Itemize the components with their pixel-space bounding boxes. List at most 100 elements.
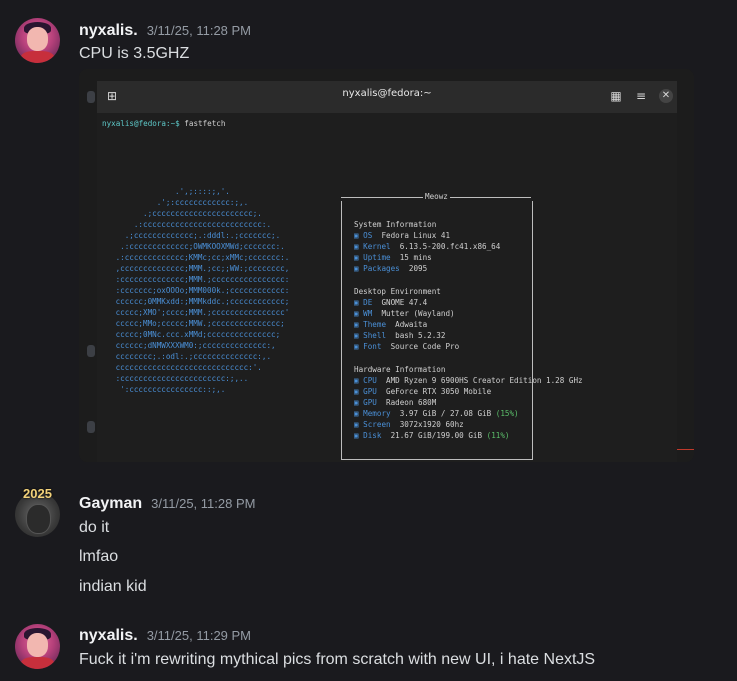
info-key: Font: [363, 342, 382, 351]
side-dot: [87, 345, 95, 357]
ascii-line: :cccccccccccccc;MMM.;cccccccccccccccc:: [111, 275, 290, 284]
info-row: ▣ Memory 3.97 GiB / 27.08 GiB (15%): [354, 408, 519, 419]
info-key-icon: ▣: [354, 420, 364, 429]
avatar-face: [27, 633, 48, 657]
info-value: 15 mins: [390, 253, 432, 262]
close-icon[interactable]: ✕: [659, 89, 673, 103]
info-value: 3.97 GiB / 27.08 GiB: [390, 409, 492, 418]
info-row: ▣ CPU AMD Ryzen 9 6900HS Creator Edition…: [354, 375, 583, 386]
timestamp: 3/11/25, 11:28 PM: [146, 23, 252, 38]
ascii-line: .;cccccccccccccccccccccc;.: [111, 209, 262, 218]
info-key: Screen: [363, 420, 391, 429]
info-row: ▣ Font Source Code Pro: [354, 341, 459, 352]
info-percent: (11%): [482, 431, 510, 440]
info-row: ▣ GPU Radeon 680M: [354, 397, 436, 408]
info-row: ▣ OS Fedora Linux 41: [354, 230, 450, 241]
info-key: Shell: [363, 331, 387, 340]
info-key: Packages: [363, 264, 400, 273]
command: fastfetch: [184, 119, 226, 128]
info-value: AMD Ryzen 9 6900HS Creator Edition 1.28 …: [376, 376, 583, 385]
info-value: Source Code Pro: [381, 342, 460, 351]
message-text: CPU is 3.5GHZ: [79, 45, 190, 62]
grid-icon[interactable]: ▦: [609, 89, 623, 103]
accent-line: [677, 449, 694, 450]
avatar[interactable]: [15, 18, 60, 63]
info-key: Memory: [363, 409, 391, 418]
box-title-text: Meowz: [423, 192, 450, 201]
timestamp: 3/11/25, 11:28 PM: [151, 496, 256, 511]
info-key: Disk: [363, 431, 382, 440]
info-row: ▣ WM Mutter (Wayland): [354, 308, 455, 319]
side-dot: [87, 91, 95, 103]
info-key-icon: ▣: [354, 231, 364, 240]
info-value: Radeon 680M: [376, 398, 437, 407]
info-key: GPU: [363, 387, 377, 396]
info-row: ▣ Disk 21.67 GiB/199.00 GiB (11%): [354, 430, 509, 441]
info-row: ▣ Shell bash 5.2.32: [354, 330, 445, 341]
info-row: ▣ DE GNOME 47.4: [354, 297, 427, 308]
info-key: Theme: [363, 320, 387, 329]
info-key-icon: ▣: [354, 376, 364, 385]
system-header: System Information: [354, 220, 437, 229]
avatar-shirt: [21, 51, 54, 63]
info-key-icon: ▣: [354, 387, 364, 396]
info-value: 21.67 GiB/199.00 GiB: [381, 431, 483, 440]
menu-icon[interactable]: ≡: [634, 89, 648, 103]
desktop-header: Desktop Environment: [354, 287, 441, 296]
terminal-body: nyxalis@fedora:~$ fastfetch .',;::::;,'.…: [97, 113, 677, 462]
info-key: OS: [363, 231, 373, 240]
timestamp: 3/11/25, 11:29 PM: [146, 628, 252, 643]
message-header: nyxalis. 3/11/25, 11:28 PM: [79, 22, 251, 40]
ascii-line: ccccc;MMo;ccccc;MMW.;ccccccccccccccc;: [111, 319, 285, 328]
info-key: Uptime: [363, 253, 391, 262]
terminal-title: nyxalis@fedora:~: [342, 88, 432, 99]
info-key-icon: ▣: [354, 253, 364, 262]
info-value: 2095: [399, 264, 428, 273]
username[interactable]: Gayman: [79, 495, 142, 513]
ascii-line: .',;::::;,'.: [111, 187, 230, 196]
info-key-icon: ▣: [354, 309, 364, 318]
info-key-icon: ▣: [354, 242, 364, 251]
username[interactable]: nyxalis.: [79, 627, 138, 645]
username[interactable]: nyxalis.: [79, 22, 138, 40]
avatar-face: [27, 27, 48, 51]
message-text: lmfao: [79, 548, 119, 565]
info-key-icon: ▣: [354, 331, 364, 340]
info-key: DE: [363, 298, 373, 307]
message-header: Gayman 3/11/25, 11:28 PM: [79, 495, 255, 513]
message-header: nyxalis. 3/11/25, 11:29 PM: [79, 627, 251, 645]
terminal-titlebar: ⊞ nyxalis@fedora:~ ▦ ≡ ✕: [97, 81, 677, 113]
info-row: ▣ Uptime 15 mins: [354, 252, 432, 263]
ascii-line: ':cccccccccccccccc::;,.: [111, 385, 226, 394]
info-value: Mutter (Wayland): [372, 309, 455, 318]
avatar[interactable]: [15, 624, 60, 669]
info-key-icon: ▣: [354, 398, 364, 407]
ascii-line: .:cccccccccccccccccccccccccc:.: [111, 220, 272, 229]
info-key: Kernel: [363, 242, 391, 251]
ascii-line: cccccc;0MMKxdd:;MMMkddc.;cccccccccccc;: [111, 297, 290, 306]
ascii-line: cccccccc;.:odl:.;cccccccccccccc:,.: [111, 352, 272, 361]
info-row: ▣ Kernel 6.13.5-200.fc41.x86_64: [354, 241, 500, 252]
info-key: WM: [363, 309, 373, 318]
ascii-line: .:ccccccccccccc;OWMKOOXMWd;ccccccc:.: [111, 242, 285, 251]
image-attachment[interactable]: ⊞ nyxalis@fedora:~ ▦ ≡ ✕ nyxalis@fedora:…: [79, 69, 694, 462]
command-line: nyxalis@fedora:~$ fastfetch: [102, 118, 225, 129]
info-value: bash 5.2.32: [386, 331, 446, 340]
ascii-line: cccccc;dNMWXXXWM0:;cccccccccccccc:,: [111, 341, 276, 350]
info-value: 3072x1920 60hz: [390, 420, 464, 429]
info-value: 6.13.5-200.fc41.x86_64: [390, 242, 501, 251]
info-key-icon: ▣: [354, 431, 364, 440]
info-value: Fedora Linux 41: [372, 231, 451, 240]
info-row: ▣ Screen 3072x1920 60hz: [354, 419, 464, 430]
message-text: Fuck it i'm rewriting mythical pics from…: [79, 651, 596, 668]
info-key-icon: ▣: [354, 342, 364, 351]
info-value: GNOME 47.4: [372, 298, 428, 307]
info-key-icon: ▣: [354, 320, 364, 329]
info-value: Adwaita: [386, 320, 428, 329]
hardware-header: Hardware Information: [354, 365, 446, 374]
ascii-line: .;ccccccccccccc;.:dddl:.;ccccccc;.: [111, 231, 281, 240]
info-row: ▣ GPU GeForce RTX 3050 Mobile: [354, 386, 491, 397]
info-percent: (15%): [491, 409, 519, 418]
info-row: ▣ Packages 2095: [354, 263, 427, 274]
ascii-line: :ccccccccccccccccccccccc:;,..: [111, 374, 249, 383]
